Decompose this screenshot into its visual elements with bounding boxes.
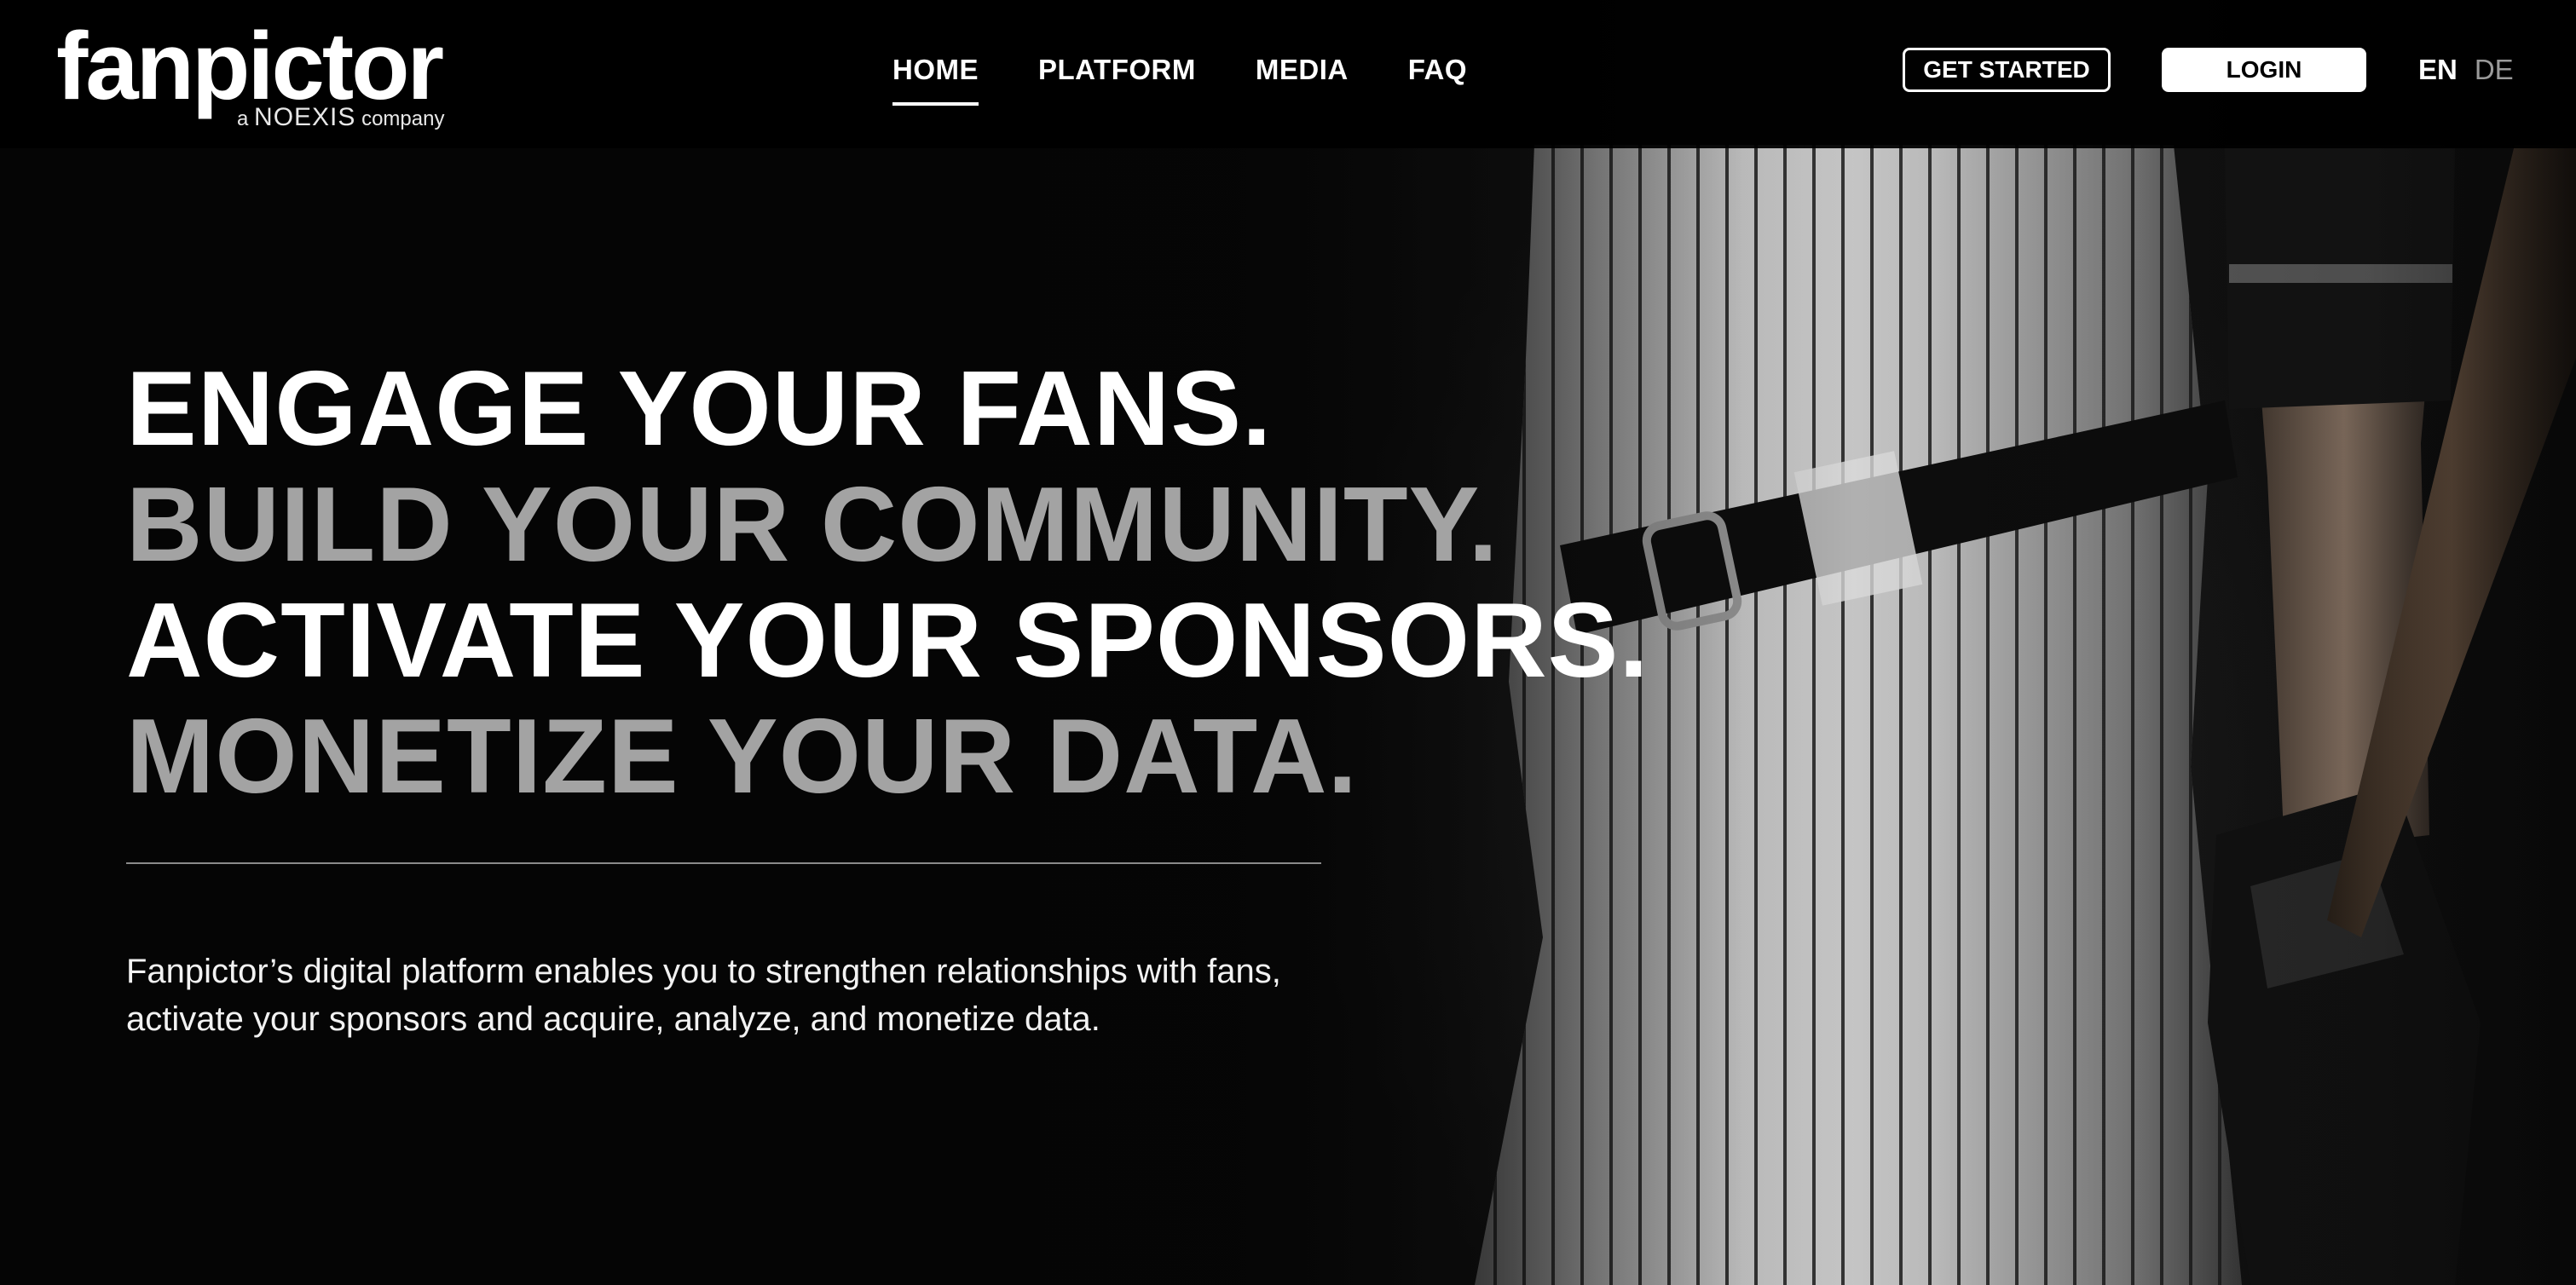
logo-tagline-suffix: company <box>361 107 445 130</box>
login-button[interactable]: LOGIN <box>2162 48 2366 92</box>
nav-item-platform[interactable]: PLATFORM <box>1038 49 1196 101</box>
nav-item-media[interactable]: MEDIA <box>1256 49 1349 101</box>
language-switcher: EN DE <box>2418 49 2514 90</box>
fanpictor-logo[interactable]: fanpictor a NOEXIS company <box>56 7 474 135</box>
logo-tagline: a NOEXIS company <box>237 105 444 132</box>
hero-divider <box>126 862 1321 864</box>
language-option-en[interactable]: EN <box>2418 49 2458 90</box>
site-header: fanpictor a NOEXIS company HOME PLATFORM… <box>0 0 2576 148</box>
headline-line-activate: ACTIVATE YOUR SPONSORS. <box>126 582 1649 700</box>
main-nav: HOME PLATFORM MEDIA FAQ <box>892 49 1467 106</box>
headline-line-engage: ENGAGE YOUR FANS. <box>126 350 1273 468</box>
headline-line-monetize: MONETIZE YOUR DATA. <box>126 698 1358 815</box>
get-started-button[interactable]: GET STARTED <box>1903 48 2111 92</box>
language-option-de[interactable]: DE <box>2475 49 2514 90</box>
hero-headline: ENGAGE YOUR FANS. BUILD YOUR COMMUNITY. … <box>126 351 1649 815</box>
headline-line-build: BUILD YOUR COMMUNITY. <box>126 466 1499 584</box>
nav-item-faq[interactable]: FAQ <box>1408 49 1467 101</box>
logo-tagline-brand: NOEXIS <box>254 103 356 131</box>
logo-tagline-prefix: a <box>237 107 249 130</box>
hero-description: Fanpictor’s digital platform enables you… <box>126 953 1281 1038</box>
nav-item-home[interactable]: HOME <box>892 49 979 106</box>
